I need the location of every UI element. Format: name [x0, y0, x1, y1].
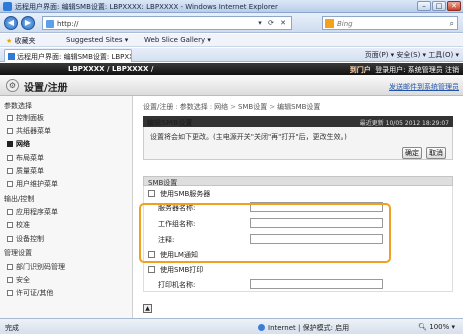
zoom-level[interactable]: 🔍︎ 100% ▾: [418, 323, 455, 331]
sidebar-item-dept-id[interactable]: 部门识别码管理: [7, 262, 65, 272]
zoom-icon: 🔍︎: [418, 323, 427, 331]
breadcrumb-item[interactable]: 参数选择: [180, 103, 208, 111]
security-zone: Internet | 保护模式: 启用: [258, 323, 349, 333]
sidebar-item-network[interactable]: 网络: [7, 139, 30, 149]
favorites-button[interactable]: ★ 收藏夹: [6, 36, 36, 46]
sidebar: 参数选择 控制面板 共纸器菜单 网络 布局菜单 质量菜单 用户维护菜单 输出/控…: [0, 96, 133, 318]
page-title-bar: ⚙ 设置/注册 发送邮件到系统管理员: [0, 75, 463, 96]
sidebar-item-application[interactable]: 应用程序菜单: [7, 207, 58, 217]
window-title: 远程用户界面: 编辑SMB设置: LBPXXXX: LBPXXXX - Wind…: [15, 3, 278, 11]
cancel-button[interactable]: 取消: [426, 147, 446, 159]
mail-admin-link[interactable]: 发送邮件到系统管理员: [389, 82, 459, 92]
breadcrumb-item: 编辑SMB设置: [277, 103, 321, 111]
highlight-frame: [139, 203, 391, 263]
breadcrumb: 设置/注册: 参数选择: 网络 > SMB设置 > 编辑SMB设置: [143, 103, 321, 111]
login-user[interactable]: 登录用户: 系统管理员 注销: [375, 66, 459, 74]
sidebar-section-title: 管理设置: [4, 249, 32, 257]
portal-link[interactable]: 到门户: [350, 66, 371, 74]
sidebar-item-quality[interactable]: 质量菜单: [7, 166, 44, 176]
page-header-bar: LBPXXXX / LBPXXXX / 到门户 登录用户: 系统管理员 注销: [0, 63, 463, 75]
sidebar-item-license[interactable]: 许可证/其他: [6, 288, 53, 298]
sidebar-item-layout[interactable]: 布局菜单: [7, 153, 44, 163]
address-bar-row: ◀ ▶ http:// ▾ ⟳ ✕ Bing ⌕: [0, 13, 463, 33]
page-title: 设置/注册: [24, 83, 68, 94]
use-smb-print-label: 使用SMB打印: [160, 266, 204, 274]
use-smb-server-checkbox[interactable]: [148, 190, 155, 197]
star-icon: ★: [6, 37, 13, 45]
printer-name-label: 打印机名称:: [158, 281, 196, 289]
suggested-sites-link[interactable]: Suggested Sites ▾: [66, 36, 128, 44]
smb-section-header: SMB设置: [143, 176, 453, 187]
page-icon: [46, 20, 54, 28]
sidebar-item-security[interactable]: 安全: [7, 275, 30, 285]
favorites-bar: ★ 收藏夹 Suggested Sites ▾ Web Slice Galler…: [0, 34, 463, 47]
device-model: LBPXXXX / LBPXXXX /: [68, 65, 154, 73]
address-input[interactable]: http:// ▾ ⟳ ✕: [42, 16, 292, 30]
bing-icon: [325, 19, 334, 28]
edit-header: 编辑SMB设置 最近更新 10/05 2012 18:29:07: [143, 116, 453, 127]
close-button[interactable]: ✕: [447, 1, 461, 11]
address-actions[interactable]: ▾ ⟳ ✕: [258, 19, 288, 27]
maximize-button[interactable]: □: [432, 1, 446, 11]
window-titlebar: 远程用户界面: 编辑SMB设置: LBPXXXX: LBPXXXX - Wind…: [0, 0, 463, 13]
ok-button[interactable]: 确定: [402, 147, 422, 159]
sidebar-item-user-maintenance[interactable]: 用户维护菜单: [7, 179, 58, 189]
edit-panel: 设置将会如下更改。(主电源开关"关闭"再"打开"后，更改生效。) 确定 取消: [143, 127, 453, 160]
sidebar-item-device-control[interactable]: 设备控制: [7, 234, 44, 244]
status-bar: 完成 Internet | 保护模式: 启用 🔍︎ 100% ▾: [0, 318, 463, 334]
ie-icon: [3, 2, 12, 11]
tab-icon: [8, 53, 15, 60]
forward-button[interactable]: ▶: [21, 16, 35, 30]
restart-note: 设置将会如下更改。(主电源开关"关闭"再"打开"后，更改生效。): [150, 133, 347, 141]
sidebar-item-control-panel[interactable]: 控制面板: [7, 113, 44, 123]
printer-name-input[interactable]: [250, 279, 383, 289]
breadcrumb-item[interactable]: 网络: [214, 103, 228, 111]
sidebar-section-title: 参数选择: [4, 102, 32, 110]
minimize-button[interactable]: –: [417, 1, 431, 11]
browser-tab[interactable]: 远程用户界面: 编辑SMB设置: LBPXXXX: LBP...: [4, 49, 132, 62]
sidebar-item-paper-feeder[interactable]: 共纸器菜单: [7, 126, 51, 136]
last-updated: 最近更新 10/05 2012 18:29:07: [359, 120, 449, 127]
scroll-to-top-icon[interactable]: ▲: [143, 304, 152, 313]
sidebar-section-title: 输出/控制: [4, 195, 35, 203]
tab-bar: 远程用户界面: 编辑SMB设置: LBPXXXX: LBP... 页面(P) ▾…: [0, 48, 463, 62]
breadcrumb-item[interactable]: SMB设置: [238, 103, 267, 111]
back-button[interactable]: ◀: [4, 16, 18, 30]
use-smb-server-label: 使用SMB服务器: [160, 190, 211, 198]
search-icon[interactable]: ⌕: [450, 19, 454, 29]
breadcrumb-item[interactable]: 设置/注册: [143, 103, 173, 111]
search-input[interactable]: Bing ⌕: [322, 16, 458, 30]
status-text: 完成: [5, 324, 19, 332]
sidebar-item-calibration[interactable]: 校准: [7, 220, 30, 230]
globe-icon: [258, 324, 265, 331]
use-smb-print-checkbox[interactable]: [148, 266, 155, 273]
settings-logo-icon: ⚙: [6, 79, 19, 92]
web-slice-link[interactable]: Web Slice Gallery ▾: [144, 36, 211, 44]
command-bar[interactable]: 页面(P) ▾ 安全(S) ▾ 工具(O) ▾: [365, 50, 459, 60]
